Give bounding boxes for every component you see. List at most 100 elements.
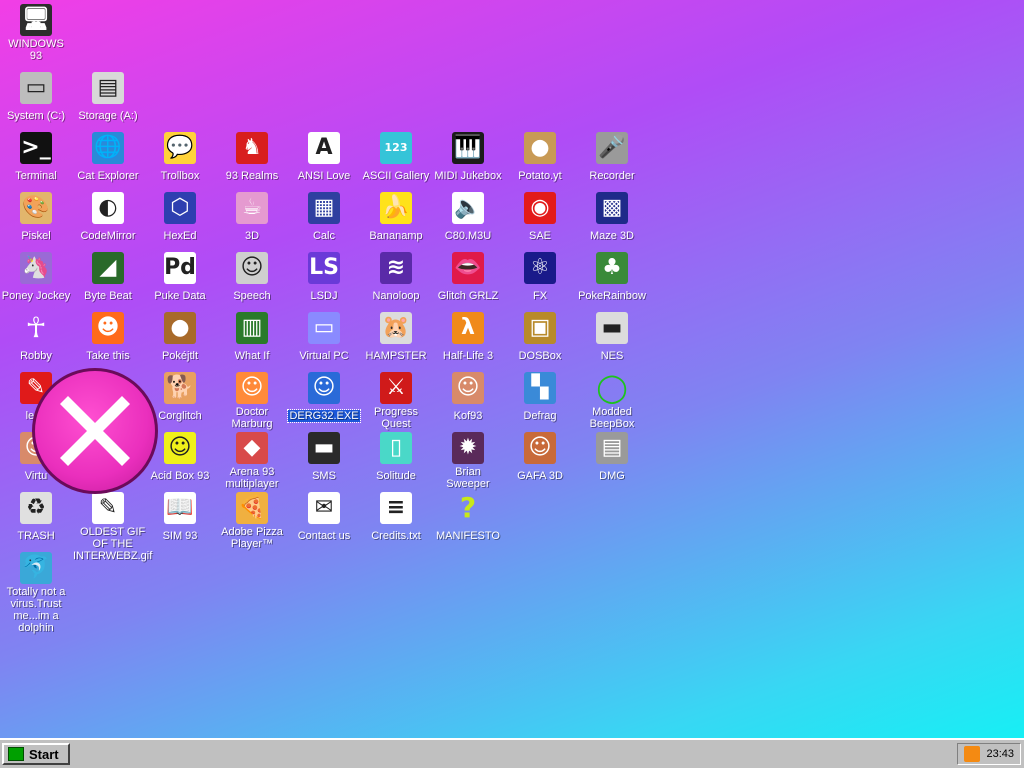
desktop-icon-hexed[interactable]: ⬡ HexEd	[144, 192, 216, 244]
desktop-icon-dmg[interactable]: ▤ DMG	[576, 432, 648, 484]
desktop-icon-label: Totally not a virus.Trust me...im a dolp…	[6, 586, 66, 634]
desktop-icon-glitch-grlz[interactable]: 👄 Glitch GRLZ	[432, 252, 504, 304]
desktop-icon-sim-93[interactable]: 📖 SIM 93	[144, 492, 216, 544]
dolphin-icon: 🐬	[20, 552, 52, 584]
desktop-icon-label: System (C:)	[6, 110, 66, 122]
close-x-icon[interactable]	[32, 368, 158, 494]
desktop-icon-label: MIDI Jukebox	[434, 170, 502, 182]
desktop-icon-label: MANIFESTO	[436, 530, 500, 542]
desktop-icon-progress-quest[interactable]: ⚔ Progress Quest	[360, 372, 432, 432]
clock[interactable]: 23:43	[986, 748, 1014, 760]
desktop-icon-label: Calc	[312, 230, 335, 242]
desktop-icon-ascii-gallery[interactable]: 123 ASCII Gallery	[360, 132, 432, 184]
desktop-icon-label: DMG	[599, 470, 625, 482]
chat-bubble-icon: 💬	[164, 132, 196, 164]
desktop-icon-doctor-marburg[interactable]: ☺ Doctor Marburg	[216, 372, 288, 432]
desktop-icon-bananamp[interactable]: 🍌 Bananamp	[360, 192, 432, 244]
cookie-icon: ●	[164, 312, 196, 344]
desktop-icon-half-life-3[interactable]: λ Half-Life 3	[432, 312, 504, 364]
desktop-icon-brian-sweeper[interactable]: ✹ Brian Sweeper	[432, 432, 504, 492]
recycle-bin-icon: ♻	[20, 492, 52, 524]
desktop-icon-label: Adobe Pizza Player™	[221, 526, 283, 550]
hard-drive-icon: ▭	[20, 72, 52, 104]
sms-console-icon: ▬	[308, 432, 340, 464]
desktop-icon-manifesto[interactable]: ? MANIFESTO	[432, 492, 504, 544]
desktop-icon-label: Modded BeepBox	[589, 406, 635, 430]
desktop-icon-arena-93-multiplayer[interactable]: ◆ Arena 93 multiplayer	[216, 432, 288, 492]
desktop-icon-label: GAFA 3D	[517, 470, 563, 482]
computer-icon: 🖥	[20, 4, 52, 36]
codemirror-icon: ◐	[92, 192, 124, 224]
desktop-icon-sae[interactable]: ◉ SAE	[504, 192, 576, 244]
desktop-icon-solitude[interactable]: ▯ Solitude	[360, 432, 432, 484]
desktop-icon-virtual-pc[interactable]: ▭ Virtual PC	[288, 312, 360, 364]
desktop-icon-93-realms[interactable]: ♞ 93 Realms	[216, 132, 288, 184]
desktop-icon-speech[interactable]: ☺ Speech	[216, 252, 288, 304]
desktop-icon-contact-us[interactable]: ✉ Contact us	[288, 492, 360, 544]
desktop-icon-piskel[interactable]: 🎨 Piskel	[0, 192, 72, 244]
desktop[interactable]: 🖥 WINDOWS 93 ▭ System (C:) ▤ Storage (A:) >_ Te…	[0, 0, 1024, 738]
desktop-icon-system-c[interactable]: ▭ System (C:)	[0, 72, 72, 124]
calculator-icon: ▦	[308, 192, 340, 224]
desktop-icon-oldest-gif-of-the-interwebz-gif[interactable]: ✎ OLDEST GIF OF THE INTERWEBZ.gif	[72, 492, 152, 564]
desktop-icon-codemirror[interactable]: ◐ CodeMirror	[72, 192, 144, 244]
desktop-icon-label: CodeMirror	[80, 230, 136, 242]
desktop-icon-maze-3d[interactable]: ▩ Maze 3D	[576, 192, 648, 244]
desktop-icon-label: 3D	[244, 230, 260, 242]
desktop-icon-label: Virtual PC	[299, 350, 349, 362]
atom-icon: ⚛	[524, 252, 556, 284]
desktop-icon-ansi-love[interactable]: A ANSI Love	[288, 132, 360, 184]
piano-keys-icon: 🎹	[452, 132, 484, 164]
desktop-icon-terminal[interactable]: >_ Terminal	[0, 132, 72, 184]
desktop-icon-defrag[interactable]: ▚ Defrag	[504, 372, 576, 424]
desktop-icon-label: 93 Realms	[225, 170, 279, 182]
desktop-icon-cat-explorer[interactable]: 🌐 Cat Explorer	[72, 132, 144, 184]
desktop-icon-lsdj[interactable]: LS LSDJ	[288, 252, 360, 304]
cat-globe-icon: 🌐	[92, 132, 124, 164]
desktop-icon-recorder[interactable]: 🎤 Recorder	[576, 132, 648, 184]
desktop-icon-label: Credits.txt	[371, 530, 421, 542]
desktop-icon-robby[interactable]: ☥ Robby	[0, 312, 72, 364]
desktop-icon-pokerainbow[interactable]: ♣ PokeRainbow	[576, 252, 648, 304]
desktop-icon-puke-data[interactable]: Pd Puke Data	[144, 252, 216, 304]
desktop-icon-trash[interactable]: ♻ TRASH	[0, 492, 72, 544]
desktop-icon-midi-jukebox[interactable]: 🎹 MIDI Jukebox	[432, 132, 504, 184]
desktop-icon-adobe-pizza-player[interactable]: 🍕 Adobe Pizza Player™	[216, 492, 288, 552]
desktop-icon-storage-a[interactable]: ▤ Storage (A:)	[72, 72, 144, 124]
desktop-icon-totally-not-a-virus-trust-me-im-a-dolphin[interactable]: 🐬 Totally not a virus.Trust me...im a dol…	[0, 552, 72, 636]
microphone-icon: 🎤	[596, 132, 628, 164]
cube-icon: ◆	[236, 432, 268, 464]
desktop-icon-label: Solitude	[376, 470, 416, 482]
desktop-icon-fx[interactable]: ⚛ FX	[504, 252, 576, 304]
desktop-icon-hampster[interactable]: 🐹 HAMPSTER	[360, 312, 432, 364]
desktop-icon-kof93[interactable]: ☺ Kof93	[432, 372, 504, 424]
derg-robot-icon: ☺	[308, 372, 340, 404]
book-pages-icon: ▥	[236, 312, 268, 344]
desktop-icon-trollbox[interactable]: 💬 Trollbox	[144, 132, 216, 184]
desktop-icon-c80-m3u[interactable]: 🔈 C80.M3U	[432, 192, 504, 244]
desktop-icon-take-this[interactable]: ☻ Take this	[72, 312, 144, 364]
desktop-icon-calc[interactable]: ▦ Calc	[288, 192, 360, 244]
desktop-icon-nanoloop[interactable]: ≋ Nanoloop	[360, 252, 432, 304]
lips-icon: 👄	[452, 252, 484, 284]
desktop-icon-derg32-exe[interactable]: ☺ DERG32.EXE	[287, 372, 361, 424]
doctor-icon: ☺	[236, 372, 268, 404]
desktop-icon-nes[interactable]: ▬ NES	[576, 312, 648, 364]
desktop-icon-label: Potato.yt	[518, 170, 562, 182]
desktop-icon-3d[interactable]: ☕ 3D	[216, 192, 288, 244]
checkered-ball-icon: ◉	[524, 192, 556, 224]
desktop-icon-windows-93[interactable]: 🖥 WINDOWS 93	[0, 4, 72, 64]
desktop-icon-what-if[interactable]: ▥ What If	[216, 312, 288, 364]
desktop-icon-poney-jockey[interactable]: 🦄 Poney Jockey	[0, 252, 72, 304]
desktop-icon-byte-beat[interactable]: ◢ Byte Beat	[72, 252, 144, 304]
desktop-icon-dosbox[interactable]: ▣ DOSBox	[504, 312, 576, 364]
desktop-icon-modded-beepbox[interactable]: ◯ Modded BeepBox	[576, 372, 648, 432]
desktop-icon-sms[interactable]: ▬ SMS	[288, 432, 360, 484]
desktop-icon-potato-yt[interactable]: ● Potato.yt	[504, 132, 576, 184]
start-button[interactable]: Start	[2, 743, 70, 765]
rss-icon[interactable]	[964, 746, 981, 762]
desktop-icon-pok-jtlt[interactable]: ● Pokéjtlt	[144, 312, 216, 364]
desktop-icon-gafa-3d[interactable]: ☺ GAFA 3D	[504, 432, 576, 484]
desktop-icon-credits-txt[interactable]: ≡ Credits.txt	[360, 492, 432, 544]
mine-icon: ✹	[452, 432, 484, 464]
